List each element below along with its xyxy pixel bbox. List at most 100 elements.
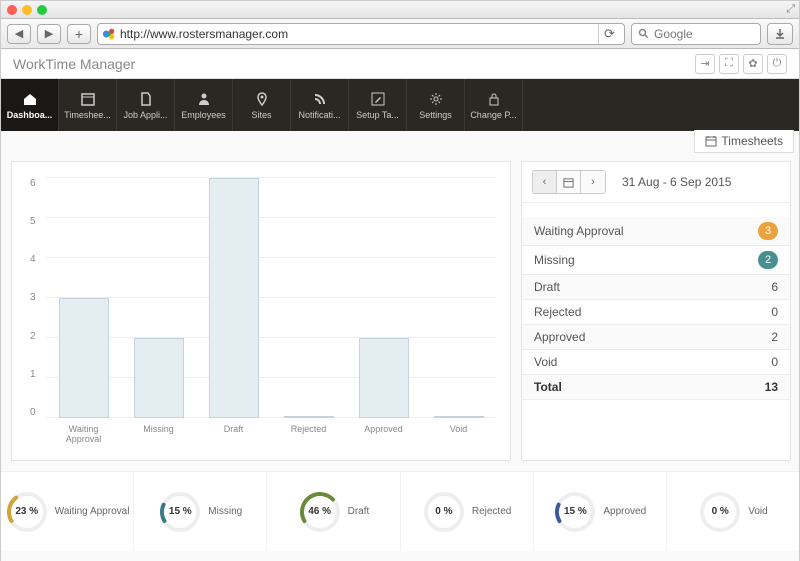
stat-value: 13 xyxy=(765,380,778,394)
gauge-label: Missing xyxy=(208,506,242,517)
nav-lock[interactable]: Change P... xyxy=(465,79,523,131)
bar-chart: 6543210 xyxy=(46,178,496,418)
stat-value: 2 xyxy=(771,330,778,344)
search-placeholder: Google xyxy=(654,27,693,41)
nav-label: Job Appli... xyxy=(123,110,167,120)
lock-icon xyxy=(486,91,502,107)
download-icon xyxy=(774,28,786,40)
stat-label: Rejected xyxy=(534,305,581,319)
gear-icon xyxy=(428,91,444,107)
x-label: Draft xyxy=(209,424,259,444)
gauge-arc: 0 % xyxy=(698,490,742,534)
gauge: 0 % Rejected xyxy=(400,472,533,551)
gauge: 0 % Void xyxy=(666,472,799,551)
nav-gear[interactable]: Settings xyxy=(407,79,465,131)
x-label: Void xyxy=(434,424,484,444)
stat-row[interactable]: Missing2 xyxy=(522,246,790,275)
gauge-pct: 0 % xyxy=(422,490,466,534)
stat-value: 6 xyxy=(771,280,778,294)
stat-value: 0 xyxy=(771,305,778,319)
settings-button[interactable]: ✿ xyxy=(743,54,763,74)
gauge-arc: 0 % xyxy=(422,490,466,534)
downloads-button[interactable] xyxy=(767,23,793,45)
gauge-pct: 46 % xyxy=(298,490,342,534)
bar-4 xyxy=(359,338,409,418)
file-icon xyxy=(138,91,154,107)
gauge-label: Void xyxy=(748,506,767,517)
nav-pin[interactable]: Sites xyxy=(233,79,291,131)
nav-label: Sites xyxy=(251,110,271,120)
nav-label: Notificati... xyxy=(298,110,340,120)
gauge: 23 %Waiting Approval xyxy=(1,472,133,551)
gauges-row: 23 %Waiting Approval 15 % Missing 46 % Draft… xyxy=(1,471,799,551)
nav-label: Employees xyxy=(181,110,226,120)
nav-person[interactable]: Employees xyxy=(175,79,233,131)
browser-toolbar: ◀ ▶ + http://www.rostersmanager.com ⟳ Go… xyxy=(1,19,799,49)
stat-value: 0 xyxy=(771,355,778,369)
x-label: Waiting Approval xyxy=(59,424,109,444)
gauge-label: Rejected xyxy=(472,506,511,517)
person-icon xyxy=(196,91,212,107)
content-area: Timesheets 6543210 Waiting ApprovalMissi… xyxy=(1,131,799,561)
stat-label: Waiting Approval xyxy=(534,224,624,238)
stat-label: Void xyxy=(534,355,557,369)
date-navigator: ‹ › 31 Aug - 6 Sep 2015 xyxy=(522,162,790,203)
date-prev-button[interactable]: ‹ xyxy=(533,171,557,193)
reload-button[interactable]: ⟳ xyxy=(598,24,620,44)
date-next-button[interactable]: › xyxy=(581,171,605,193)
gauge-arc: 46 % xyxy=(298,490,342,534)
gauge-pct: 15 % xyxy=(553,490,597,534)
stat-row[interactable]: Rejected 0 xyxy=(522,300,790,325)
stat-list: Waiting Approval3Missing2Draft6 Rejected 0… xyxy=(522,217,790,400)
stat-row[interactable]: Draft6 xyxy=(522,275,790,300)
calendar-icon xyxy=(563,177,574,188)
tab-timesheets[interactable]: Timesheets xyxy=(694,130,794,153)
nav-label: Timeshee... xyxy=(64,110,111,120)
app-title-bar: WorkTime Manager ⇥ ⛶ ✿ ⏻ xyxy=(1,49,799,79)
stat-row[interactable]: Void 0 xyxy=(522,350,790,375)
favicon-icon xyxy=(102,27,116,41)
power-button[interactable]: ⏻ xyxy=(767,54,787,74)
date-picker-button[interactable] xyxy=(557,171,581,193)
search-box[interactable]: Google xyxy=(631,23,761,45)
search-icon xyxy=(638,28,650,40)
nav-edit[interactable]: Setup Ta... xyxy=(349,79,407,131)
edit-icon xyxy=(370,91,386,107)
add-tab-button[interactable]: + xyxy=(67,24,91,44)
nav-label: Dashboa... xyxy=(7,110,53,120)
nav-calendar[interactable]: Timeshee... xyxy=(59,79,117,131)
gauge-label: Approved xyxy=(603,506,646,517)
nav-label: Settings xyxy=(419,110,452,120)
gauge: 15 % Approved xyxy=(533,472,666,551)
maximize-window-button[interactable] xyxy=(37,5,47,15)
gauge-label: Draft xyxy=(348,506,370,517)
stat-label: Approved xyxy=(534,330,585,344)
tab-label: Timesheets xyxy=(721,134,783,148)
calendar-icon xyxy=(705,135,717,147)
fullscreen-button[interactable]: ⛶ xyxy=(719,54,739,74)
back-button[interactable]: ◀ xyxy=(7,24,31,44)
gauge: 46 % Draft xyxy=(266,472,399,551)
gauge-pct: 15 % xyxy=(158,490,202,534)
url-bar[interactable]: http://www.rostersmanager.com ⟳ xyxy=(97,23,625,45)
bar-5 xyxy=(434,416,484,418)
nav-label: Setup Ta... xyxy=(356,110,399,120)
export-button[interactable]: ⇥ xyxy=(695,54,715,74)
minimize-window-button[interactable] xyxy=(22,5,32,15)
stat-row[interactable]: Approved 2 xyxy=(522,325,790,350)
stat-row[interactable]: Waiting Approval3 xyxy=(522,217,790,246)
summary-panel: ‹ › 31 Aug - 6 Sep 2015 Waiting Approval… xyxy=(521,161,791,461)
nav-rss[interactable]: Notificati... xyxy=(291,79,349,131)
stat-value: 2 xyxy=(758,251,778,269)
nav-home[interactable]: Dashboa... xyxy=(1,79,59,131)
app-title: WorkTime Manager xyxy=(13,56,135,72)
nav-file[interactable]: Job Appli... xyxy=(117,79,175,131)
date-range: 31 Aug - 6 Sep 2015 xyxy=(622,175,731,189)
gauge-pct: 0 % xyxy=(698,490,742,534)
x-label: Approved xyxy=(359,424,409,444)
gauge: 15 % Missing xyxy=(133,472,266,551)
close-window-button[interactable] xyxy=(7,5,17,15)
resize-icon: ⤢ xyxy=(786,3,795,16)
forward-button[interactable]: ▶ xyxy=(37,24,61,44)
chart-panel: 6543210 Waiting ApprovalMissingDraftReje… xyxy=(11,161,511,461)
